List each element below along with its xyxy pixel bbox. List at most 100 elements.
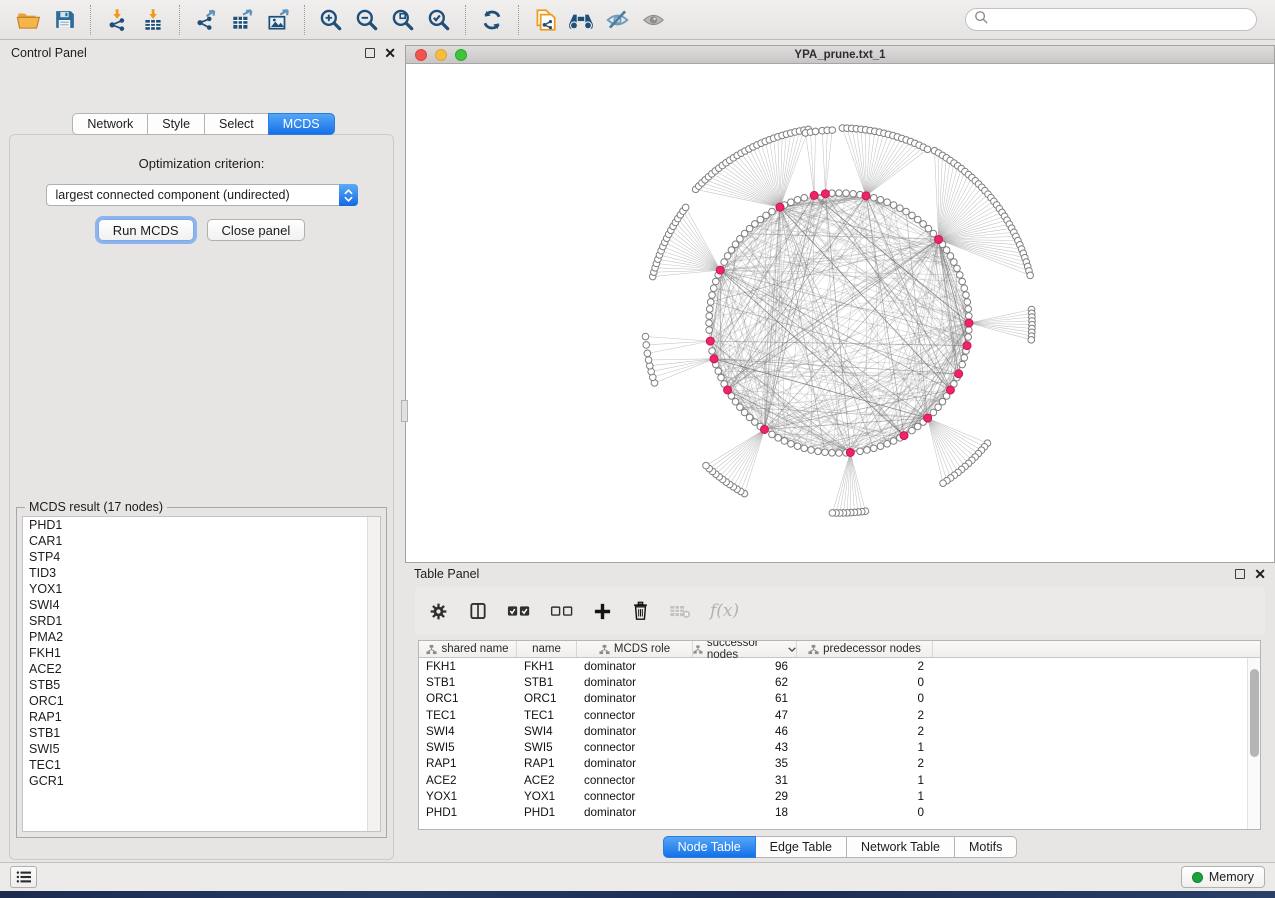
column-header-successor-nodes[interactable]: successor nodes xyxy=(693,641,797,657)
cell-mcds-role[interactable]: connector xyxy=(577,739,693,755)
deselect-all-columns-icon[interactable] xyxy=(550,603,574,619)
tab-mcds[interactable]: MCDS xyxy=(268,113,335,135)
table-tab-edge-table[interactable]: Edge Table xyxy=(755,836,847,858)
cell-shared-name[interactable]: PHD1 xyxy=(419,805,517,821)
add-column-icon[interactable] xyxy=(593,602,612,621)
table-row[interactable]: FKH1FKH1dominator962 xyxy=(419,658,1260,674)
mcds-result-item[interactable]: STB1 xyxy=(23,725,380,741)
cell-successor-nodes[interactable]: 46 xyxy=(693,723,797,739)
criterion-select[interactable]: largest connected component (undirected) xyxy=(46,184,358,206)
cell-successor-nodes[interactable]: 31 xyxy=(693,772,797,788)
mcds-result-item[interactable]: STB5 xyxy=(23,677,380,693)
cell-mcds-role[interactable]: dominator xyxy=(577,674,693,690)
cell-mcds-role[interactable]: dominator xyxy=(577,658,693,674)
cell-predecessor-nodes[interactable]: 1 xyxy=(797,772,933,788)
cell-successor-nodes[interactable]: 43 xyxy=(693,739,797,755)
cell-predecessor-nodes[interactable]: 1 xyxy=(797,788,933,804)
refresh-icon[interactable] xyxy=(474,4,510,36)
cell-mcds-role[interactable]: dominator xyxy=(577,691,693,707)
cell-name[interactable]: TEC1 xyxy=(517,707,577,723)
cell-predecessor-nodes[interactable]: 0 xyxy=(797,674,933,690)
column-header-shared-name[interactable]: shared name xyxy=(419,641,517,657)
open-session-icon[interactable] xyxy=(10,4,46,36)
table-row[interactable]: ACE2ACE2connector311 xyxy=(419,772,1260,788)
cell-predecessor-nodes[interactable]: 2 xyxy=(797,658,933,674)
cell-successor-nodes[interactable]: 35 xyxy=(693,756,797,772)
cell-name[interactable]: RAP1 xyxy=(517,756,577,772)
cell-shared-name[interactable]: STB1 xyxy=(419,674,517,690)
cell-shared-name[interactable]: SWI5 xyxy=(419,739,517,755)
table-row[interactable]: PHD1PHD1dominator180 xyxy=(419,805,1260,821)
network-window-titlebar[interactable]: YPA_prune.txt_1 xyxy=(406,46,1274,64)
cell-name[interactable]: ACE2 xyxy=(517,772,577,788)
minimize-window-icon[interactable] xyxy=(435,49,447,61)
run-mcds-button[interactable]: Run MCDS xyxy=(98,219,194,241)
panel-divider-handle[interactable] xyxy=(401,400,408,422)
zoom-selected-icon[interactable] xyxy=(421,4,457,36)
mcds-result-item[interactable]: TEC1 xyxy=(23,757,380,773)
network-canvas[interactable] xyxy=(406,64,1274,562)
cell-name[interactable]: PHD1 xyxy=(517,805,577,821)
import-table-icon[interactable] xyxy=(135,4,171,36)
mcds-result-item[interactable]: CAR1 xyxy=(23,533,380,549)
cell-mcds-role[interactable]: dominator xyxy=(577,805,693,821)
zoom-fit-icon[interactable] xyxy=(385,4,421,36)
table-scrollbar-thumb[interactable] xyxy=(1250,669,1259,757)
table-row[interactable]: SWI5SWI5connector431 xyxy=(419,739,1260,755)
close-panel-icon[interactable]: ✕ xyxy=(384,48,396,58)
mcds-result-item[interactable]: FKH1 xyxy=(23,645,380,661)
cell-shared-name[interactable]: RAP1 xyxy=(419,756,517,772)
cell-shared-name[interactable]: TEC1 xyxy=(419,707,517,723)
cell-shared-name[interactable]: ACE2 xyxy=(419,772,517,788)
import-network-icon[interactable] xyxy=(99,4,135,36)
memory-button[interactable]: Memory xyxy=(1181,866,1265,888)
tab-style[interactable]: Style xyxy=(147,113,205,135)
cell-successor-nodes[interactable]: 61 xyxy=(693,691,797,707)
table-row[interactable]: RAP1RAP1dominator352 xyxy=(419,756,1260,772)
mcds-result-item[interactable]: ACE2 xyxy=(23,661,380,677)
table-row[interactable]: STB1STB1dominator620 xyxy=(419,674,1260,690)
table-tab-network-table[interactable]: Network Table xyxy=(846,836,955,858)
mcds-result-item[interactable]: RAP1 xyxy=(23,709,380,725)
cell-successor-nodes[interactable]: 47 xyxy=(693,707,797,723)
save-session-icon[interactable] xyxy=(46,4,82,36)
maximize-window-icon[interactable] xyxy=(455,49,467,61)
column-header-name[interactable]: name xyxy=(517,641,577,657)
float-table-panel-icon[interactable] xyxy=(1235,569,1245,579)
cell-successor-nodes[interactable]: 29 xyxy=(693,788,797,804)
cell-name[interactable]: ORC1 xyxy=(517,691,577,707)
cell-mcds-role[interactable]: connector xyxy=(577,707,693,723)
cell-predecessor-nodes[interactable]: 0 xyxy=(797,805,933,821)
table-row[interactable]: TEC1TEC1connector472 xyxy=(419,707,1260,723)
node-table[interactable]: shared namenameMCDS rolesuccessor nodesp… xyxy=(418,640,1261,830)
mcds-result-item[interactable]: GCR1 xyxy=(23,773,380,789)
cell-predecessor-nodes[interactable]: 2 xyxy=(797,707,933,723)
cell-name[interactable]: FKH1 xyxy=(517,658,577,674)
show-panels-list-icon[interactable] xyxy=(10,866,37,888)
table-row[interactable]: ORC1ORC1dominator610 xyxy=(419,691,1260,707)
table-row[interactable]: YOX1YOX1connector291 xyxy=(419,788,1260,804)
cell-shared-name[interactable]: FKH1 xyxy=(419,658,517,674)
export-network-icon[interactable] xyxy=(188,4,224,36)
mcds-result-list[interactable]: PHD1CAR1STP4TID3YOX1SWI4SRD1PMA2FKH1ACE2… xyxy=(22,516,381,832)
cell-shared-name[interactable]: YOX1 xyxy=(419,788,517,804)
first-neighbors-icon[interactable] xyxy=(563,4,599,36)
search-input[interactable] xyxy=(989,13,1248,27)
cell-name[interactable]: SWI4 xyxy=(517,723,577,739)
cell-mcds-role[interactable]: connector xyxy=(577,788,693,804)
cell-shared-name[interactable]: SWI4 xyxy=(419,723,517,739)
close-panel-button[interactable]: Close panel xyxy=(207,219,306,241)
cell-predecessor-nodes[interactable]: 2 xyxy=(797,756,933,772)
network-from-clipboard-icon[interactable] xyxy=(527,4,563,36)
select-all-columns-icon[interactable] xyxy=(507,603,531,619)
cell-name[interactable]: STB1 xyxy=(517,674,577,690)
mcds-result-item[interactable]: STP4 xyxy=(23,549,380,565)
zoom-in-icon[interactable] xyxy=(313,4,349,36)
mcds-result-item[interactable]: SRD1 xyxy=(23,613,380,629)
table-row[interactable]: SWI4SWI4dominator462 xyxy=(419,723,1260,739)
mcds-result-item[interactable]: ORC1 xyxy=(23,693,380,709)
show-all-icon[interactable] xyxy=(635,4,671,36)
column-layout-icon[interactable] xyxy=(468,601,488,621)
zoom-out-icon[interactable] xyxy=(349,4,385,36)
hide-selected-icon[interactable] xyxy=(599,4,635,36)
